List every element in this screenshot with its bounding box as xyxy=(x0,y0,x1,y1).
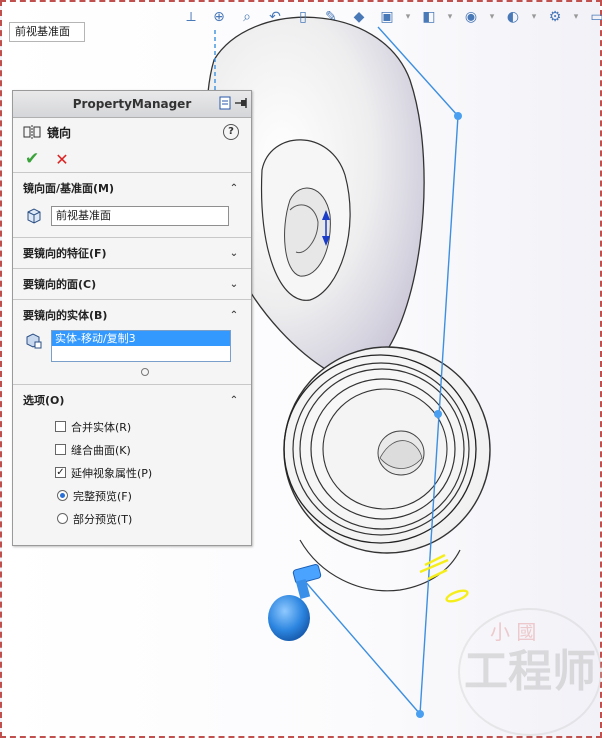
rotation-knob-icon[interactable] xyxy=(268,564,322,641)
bodies-field-row: 实体-移动/复制3 xyxy=(13,330,251,362)
view-orientation-cube-icon[interactable]: ◆ xyxy=(348,6,370,28)
mirror-plane-input[interactable]: 前视基准面 xyxy=(51,206,229,226)
section-label: 镜向面/基准面(M) xyxy=(23,182,115,195)
watermark-small-text: 小 國 xyxy=(490,620,537,644)
plane-cube-icon xyxy=(27,208,41,224)
propagate-visual-option[interactable]: ✓ 延伸视象属性(P) xyxy=(13,461,251,484)
full-preview-option[interactable]: 完整预览(F) xyxy=(13,484,251,507)
solid-body-icon xyxy=(26,333,42,349)
chevron-up-icon[interactable]: ⌃ xyxy=(227,183,241,194)
mirror-plane-field-row: 前视基准面 xyxy=(13,201,251,231)
zoom-area-icon[interactable]: ⌕ xyxy=(236,6,258,28)
help-icon[interactable]: ? xyxy=(223,124,239,140)
bodies-selection-list[interactable]: 实体-移动/复制3 xyxy=(51,330,231,362)
plane-name-label[interactable]: 前视基准面 xyxy=(9,22,85,42)
handle-point-bottom[interactable] xyxy=(416,710,424,718)
handle-point-top[interactable] xyxy=(454,112,462,120)
partial-preview-option[interactable]: 部分预览(T) xyxy=(13,507,251,530)
view-orientation-icon[interactable]: ⟂ xyxy=(180,6,202,28)
section-bodies: 要镜向的实体(B) ⌃ 实体-移动/复制3 xyxy=(13,299,251,376)
property-manager-title: PropertyManager xyxy=(72,97,192,111)
section-label: 选项(O) xyxy=(23,394,65,407)
knit-surfaces-checkbox[interactable] xyxy=(55,444,66,455)
dropdown-chevron-icon[interactable]: ▾ xyxy=(572,6,580,28)
section-mirror-plane: 镜向面/基准面(M) ⌃ 前视基准面 xyxy=(13,172,251,231)
view-heads-up-toolbar: ⟂ ⊕ ⌕ ↶ ▯ ✎ ◆ ▣ ▾ ◧ ▾ ◉ ▾ ◐ ▾ ⚙ ▾ ▭ ▾ xyxy=(180,2,602,32)
dynamic-annotation-icon[interactable]: ✎ xyxy=(320,6,342,28)
chevron-up-icon[interactable]: ⌃ xyxy=(227,395,241,406)
section-header-faces[interactable]: 要镜向的面(C) ⌄ xyxy=(13,269,251,299)
section-label: 要镜向的特征(F) xyxy=(23,247,107,260)
chevron-down-icon[interactable]: ⌄ xyxy=(227,248,241,259)
property-manager-header: PropertyManager xyxy=(13,91,251,118)
list-view-icon[interactable] xyxy=(219,96,231,110)
mirror-feature-icon xyxy=(23,125,41,139)
view-settings-icon[interactable]: ⚙ xyxy=(544,6,566,28)
resize-handle-icon[interactable] xyxy=(141,368,149,376)
pin-icon[interactable] xyxy=(234,96,247,110)
edit-appearance-icon[interactable]: ◉ xyxy=(460,6,482,28)
section-header-mirror-plane[interactable]: 镜向面/基准面(M) ⌃ xyxy=(13,173,251,203)
panel-controls xyxy=(219,96,247,112)
ok-cancel-row: ✔ ✕ xyxy=(13,146,251,172)
cancel-x-icon[interactable]: ✕ xyxy=(55,150,68,169)
chevron-down-icon[interactable]: ⌄ xyxy=(227,279,241,290)
hide-show-items-icon[interactable]: ◧ xyxy=(418,6,440,28)
partial-preview-radio[interactable] xyxy=(57,513,68,524)
dropdown-chevron-icon[interactable]: ▾ xyxy=(404,6,412,28)
merge-solids-checkbox[interactable] xyxy=(55,421,66,432)
selected-body-item[interactable]: 实体-移动/复制3 xyxy=(52,331,230,346)
section-options: 选项(O) ⌃ 合并实体(R) 缝合曲面(K) ✓ 延伸视象属性(P) 完整预览… xyxy=(13,384,251,530)
feature-title: 镜向 xyxy=(47,125,72,140)
speaker-disk-model xyxy=(283,346,491,592)
zoom-to-fit-icon[interactable]: ⊕ xyxy=(208,6,230,28)
section-header-options[interactable]: 选项(O) ⌃ xyxy=(13,385,251,415)
display-style-icon[interactable]: ▣ xyxy=(376,6,398,28)
option-label: 完整预览(F) xyxy=(73,489,132,503)
propagate-visual-checkbox[interactable]: ✓ xyxy=(55,467,66,478)
merge-solids-option[interactable]: 合并实体(R) xyxy=(13,415,251,438)
monitor-icon[interactable]: ▭ xyxy=(586,6,602,28)
section-header-bodies[interactable]: 要镜向的实体(B) ⌃ xyxy=(13,300,251,330)
full-preview-radio[interactable] xyxy=(57,490,68,501)
dropdown-chevron-icon[interactable]: ▾ xyxy=(488,6,496,28)
chevron-up-icon[interactable]: ⌃ xyxy=(227,310,241,321)
dropdown-chevron-icon[interactable]: ▾ xyxy=(446,6,454,28)
section-view-icon[interactable]: ▯ xyxy=(292,6,314,28)
feature-title-row: 镜向 ? xyxy=(13,118,251,146)
option-label: 延伸视象属性(P) xyxy=(71,466,153,480)
property-manager-panel: PropertyManager 镜向 ? ✔ ✕ 镜向面/基准面(M) ⌃ 前视… xyxy=(12,90,252,546)
ok-check-icon[interactable]: ✔ xyxy=(25,149,39,169)
dropdown-chevron-icon[interactable]: ▾ xyxy=(530,6,538,28)
section-faces: 要镜向的面(C) ⌄ xyxy=(13,268,251,299)
section-label: 要镜向的实体(B) xyxy=(23,309,108,322)
apply-scene-icon[interactable]: ◐ xyxy=(502,6,524,28)
previous-view-icon[interactable]: ↶ xyxy=(264,6,286,28)
handle-point-mid[interactable] xyxy=(434,410,442,418)
section-features: 要镜向的特征(F) ⌄ xyxy=(13,237,251,268)
option-label: 缝合曲面(K) xyxy=(71,443,131,457)
knit-surfaces-option[interactable]: 缝合曲面(K) xyxy=(13,438,251,461)
section-header-features[interactable]: 要镜向的特征(F) ⌄ xyxy=(13,238,251,268)
section-label: 要镜向的面(C) xyxy=(23,278,97,291)
option-label: 合并实体(R) xyxy=(71,420,132,434)
option-label: 部分预览(T) xyxy=(73,512,133,526)
